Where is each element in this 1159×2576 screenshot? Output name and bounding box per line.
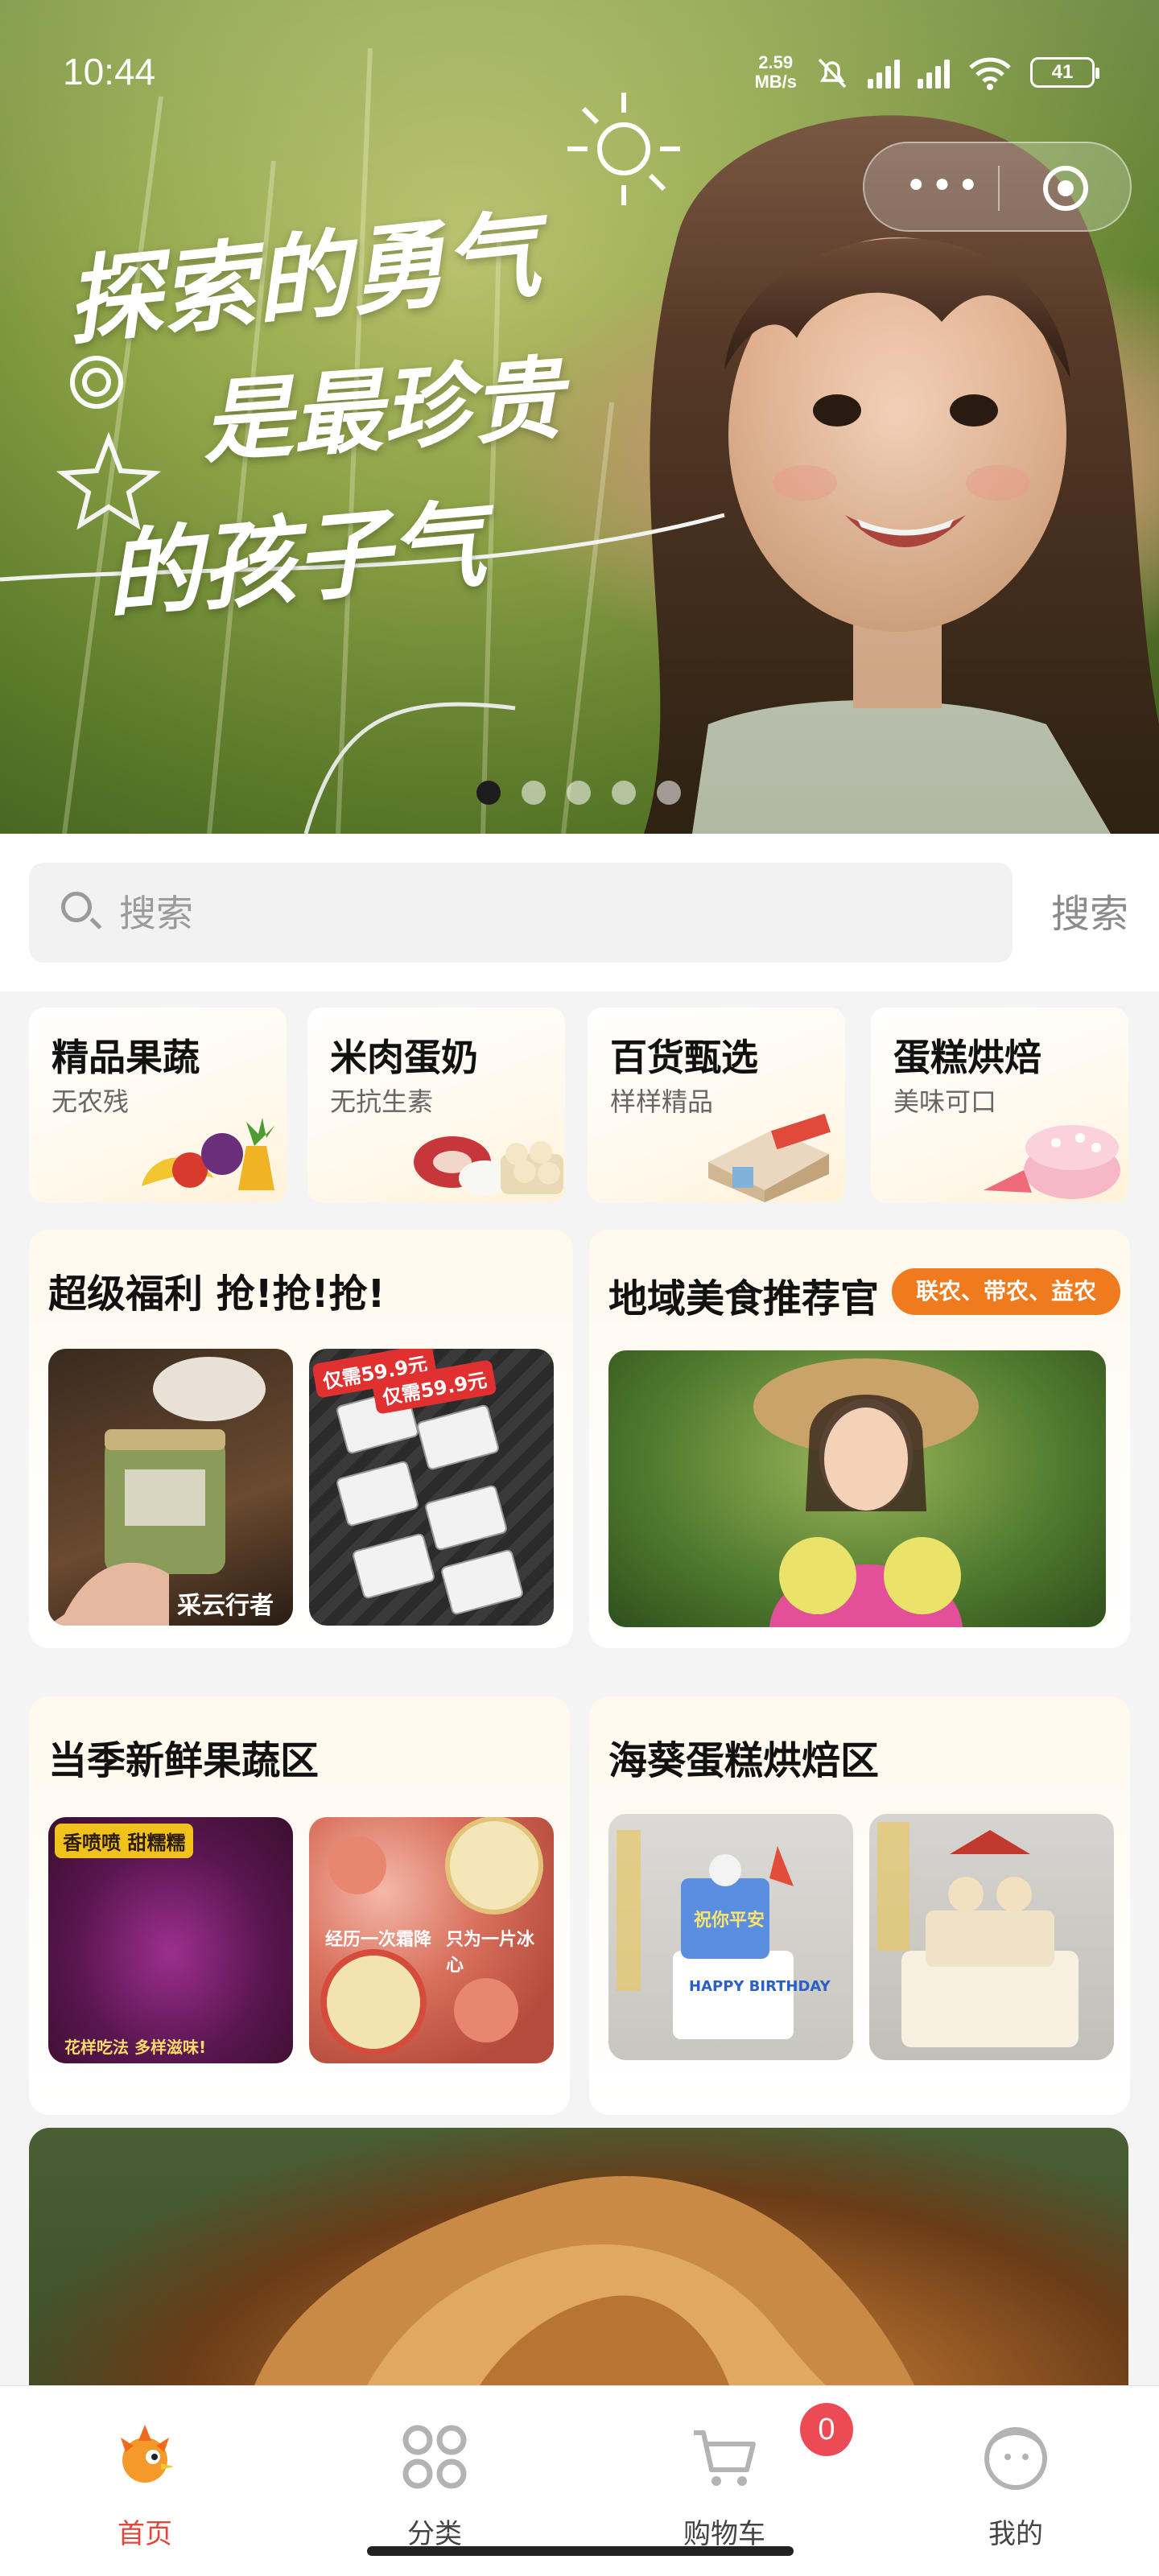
walnut-jar-image[interactable]: 采云行者 [48,1349,293,1626]
pagoda-cake-image[interactable] [869,1814,1114,2060]
cart-icon [694,2430,756,2486]
mute-icon [818,58,847,89]
pager-dot[interactable] [657,781,681,805]
status-icons: 2.59 MB/s 41 [754,48,1099,97]
cake-text: HAPPY BIRTHDAY [689,1978,831,1995]
tab-home[interactable]: 首页 [64,2407,225,2550]
pager-dot[interactable] [522,781,546,805]
purple-sweet-potato-image[interactable]: 香喷喷 甜糯糯 花样吃法 多样滋味! [48,1817,293,2063]
sausage-pack-image[interactable]: 仅需59.9元 仅需59.9元 [309,1349,554,1626]
tab-label: 购物车 [683,2518,765,2550]
pager-dot[interactable] [567,781,591,805]
battery-level: 41 [1051,61,1074,83]
status-bar: 10:44 2.59 MB/s 41 [0,0,1159,145]
super-welfare-title: 超级福利 抢!抢!抢! [48,1272,386,1317]
apples-image[interactable]: 经历一次霜降 只为一片冰心 [309,1817,554,2063]
category-meat-egg-milk[interactable]: 米肉蛋奶 无抗生素 [307,1008,565,1202]
pager-dot[interactable] [476,781,501,805]
product-tag: 香喷喷 甜糯糯 [55,1824,194,1858]
walnut-banner[interactable] [29,2128,1128,2385]
search-input[interactable] [118,879,990,948]
store-icon [708,1113,831,1202]
cake-bakery-card[interactable]: 海葵蛋糕烘焙区 祝你平安 HAPPY BIRTHDAY [589,1696,1130,2115]
profile-icon [984,2427,1047,2490]
regional-food-title: 地域美食推荐官 [608,1276,880,1321]
product-caption: 经历一次霜降 [325,1930,432,1950]
carousel-pager[interactable] [476,781,681,805]
farmer-woman-image[interactable] [608,1350,1106,1627]
hero-slogan-line2: 是最珍贵 [198,345,566,476]
more-icon[interactable]: ••• [905,167,983,205]
product-caption: 只为一片冰心 [446,1930,535,1976]
pager-dot[interactable] [612,781,636,805]
fruit-basket-icon [142,1118,274,1190]
category-title: 精品果蔬 [52,1036,200,1079]
miniprogram-capsule[interactable]: ••• [863,142,1132,232]
cake-text: 祝你平安 [694,1910,765,1931]
cake-bakery-title: 海葵蛋糕烘焙区 [608,1738,880,1783]
category-subtitle: 无农残 [52,1086,130,1117]
seasonal-produce-title: 当季新鲜果蔬区 [48,1738,320,1783]
tab-category[interactable]: 分类 [354,2407,515,2550]
close-target-icon[interactable] [1043,166,1088,211]
brand-text: 采云行者 [177,1592,274,1620]
hd-signal-icon [918,56,950,89]
search-button[interactable]: 搜索 [1051,882,1128,938]
tab-cart[interactable]: 购物车 [644,2407,805,2550]
net-speed-unit: MB/s [754,72,797,92]
battery-icon: 41 [1030,57,1099,88]
category-general-goods[interactable]: 百货甄选 样样精品 [588,1008,845,1202]
search-icon [61,892,92,922]
category-cake-bakery[interactable]: 蛋糕烘焙 美味可口 [871,1008,1128,1202]
wifi-icon [969,57,1011,90]
status-time: 10:44 [63,51,156,93]
meat-egg-icon [414,1136,563,1196]
category-title: 蛋糕烘焙 [893,1036,1041,1079]
net-speed: 2.59 MB/s [754,53,797,92]
regional-badge: 联农、带农、益农 [892,1268,1121,1315]
home-mascot-icon [121,2425,174,2483]
category-fruit-veg[interactable]: 精品果蔬 无农残 [29,1008,287,1202]
search-section: 搜索 [0,834,1159,991]
home-indicator[interactable] [367,2546,794,2556]
cart-count-badge: 0 [800,2403,853,2456]
tab-label: 我的 [988,2518,1043,2550]
net-speed-value: 2.59 [758,52,794,72]
regional-food-card[interactable]: 地域美食推荐官 联农、带农、益农 [589,1230,1130,1648]
hd-signal-icon [868,56,900,89]
search-box[interactable] [29,863,1013,962]
tab-label: 分类 [407,2518,462,2550]
tab-label: 首页 [118,2518,172,2550]
category-title: 百货甄选 [610,1036,758,1079]
tab-profile[interactable]: 我的 [935,2407,1096,2550]
category-icon [402,2425,467,2489]
cake-icon [984,1125,1120,1199]
super-welfare-card[interactable]: 超级福利 抢!抢!抢! 采云行者 仅需59.9元 仅需59.9元 [29,1230,573,1648]
category-title: 米肉蛋奶 [330,1036,478,1079]
seasonal-produce-card[interactable]: 当季新鲜果蔬区 香喷喷 甜糯糯 花样吃法 多样滋味! 经历一次霜降 只为一片冰心 [29,1696,570,2115]
birthday-cake-image[interactable]: 祝你平安 HAPPY BIRTHDAY [608,1814,853,2060]
product-caption: 花样吃法 多样滋味! [64,2038,207,2057]
